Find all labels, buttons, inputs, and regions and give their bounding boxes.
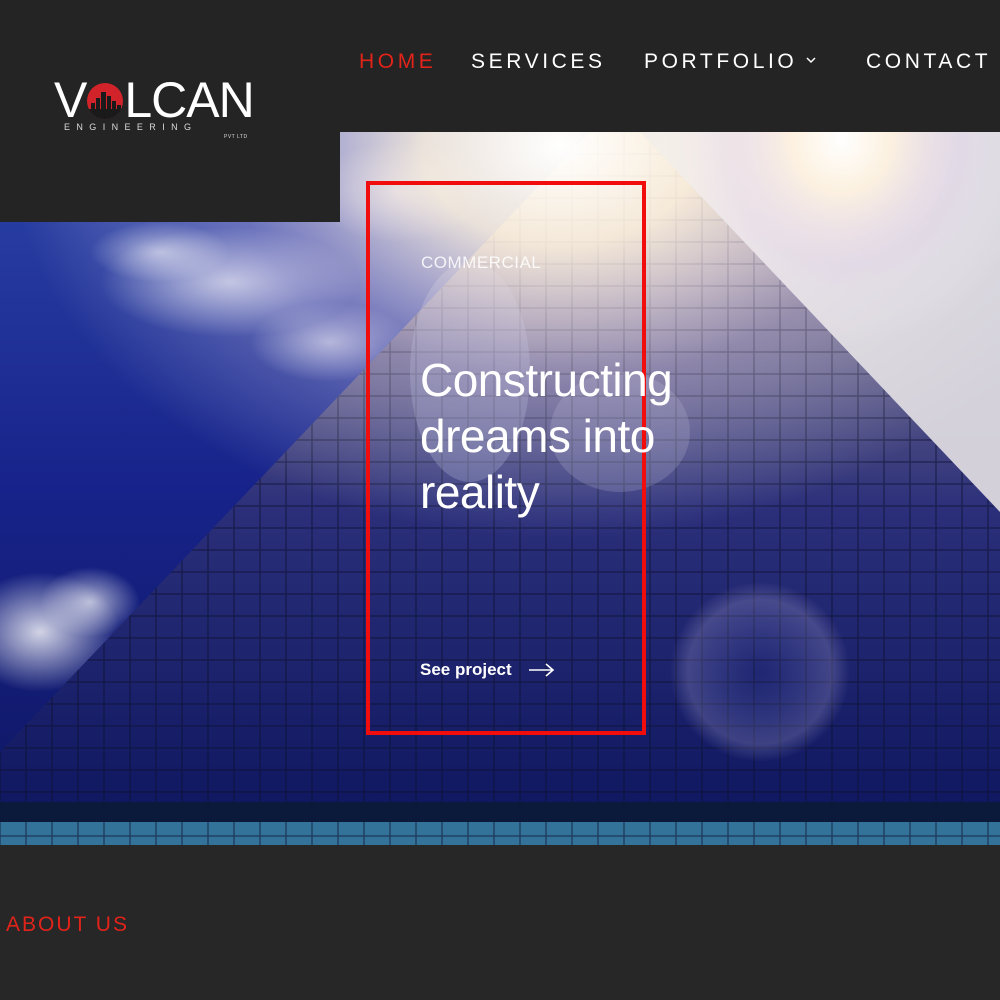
see-project-label: See project bbox=[420, 660, 512, 679]
chevron-down-icon bbox=[806, 57, 816, 64]
slide-category: COMMERCIAL bbox=[421, 253, 542, 272]
see-project-link[interactable]: See project bbox=[420, 660, 556, 680]
logo-city-emblem-icon bbox=[87, 83, 124, 119]
nav-home[interactable]: HOME bbox=[359, 50, 436, 74]
arrow-right-icon bbox=[528, 663, 554, 677]
about-section: ABOUT US bbox=[0, 845, 1000, 1000]
nav-portfolio[interactable]: PORTFOLIO bbox=[644, 50, 817, 74]
logo-pvt-ltd: PVT LTD bbox=[224, 134, 248, 140]
logo-letters-rest: LCAN bbox=[124, 72, 254, 128]
nav-contact[interactable]: CONTACT bbox=[866, 50, 991, 74]
main-nav: HOME SERVICES PORTFOLIO CONTACT bbox=[0, 50, 1000, 80]
logo-subtitle: ENGINEERING bbox=[64, 122, 198, 132]
logo-wordmark: V LCAN bbox=[54, 72, 255, 128]
nav-portfolio-label: PORTFOLIO bbox=[644, 50, 798, 73]
logo-panel: V LCAN ENGINEERING PVT LTD bbox=[0, 0, 340, 222]
logo-letter-v: V bbox=[54, 72, 87, 128]
nav-services[interactable]: SERVICES bbox=[471, 50, 606, 74]
slide-title: Constructing dreams into reality bbox=[420, 354, 673, 518]
page: V LCAN ENGINEERING PVT LTD HOME SERVICES bbox=[0, 0, 1000, 1000]
about-heading: ABOUT US bbox=[6, 913, 129, 936]
site-logo[interactable]: V LCAN ENGINEERING PVT LTD bbox=[54, 72, 255, 142]
